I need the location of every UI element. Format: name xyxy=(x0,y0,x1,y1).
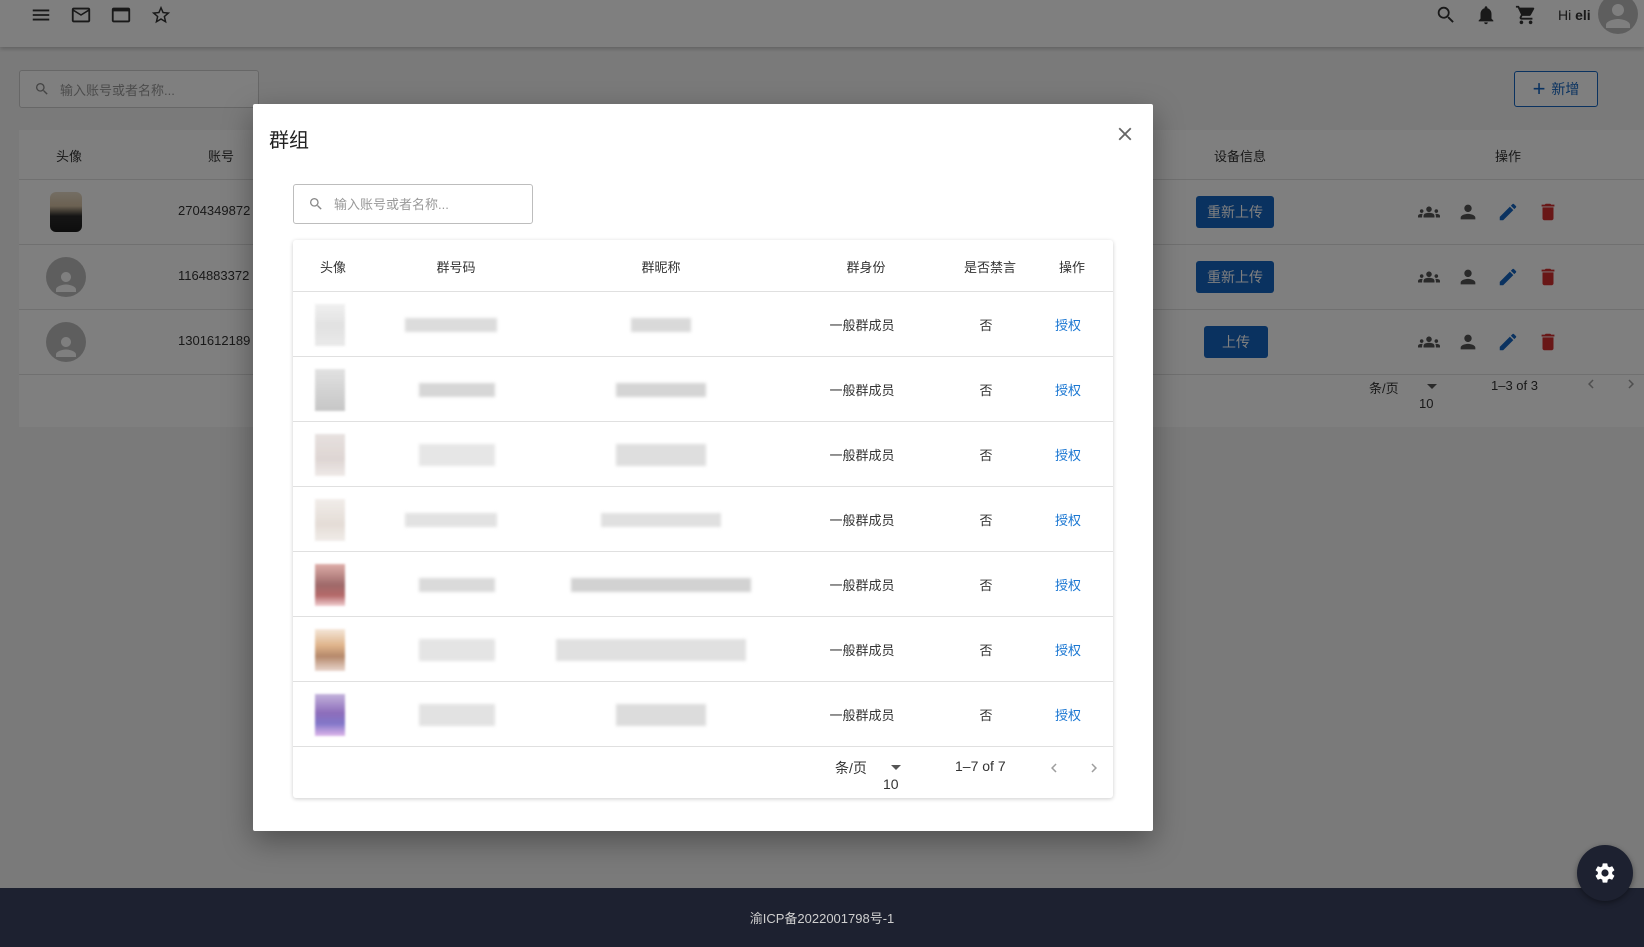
authorize-link[interactable]: 授权 xyxy=(1055,640,1081,659)
muted-cell: 否 xyxy=(979,383,993,398)
column-header-avatar: 头像 xyxy=(319,260,347,275)
group-nickname-redacted xyxy=(616,383,706,397)
group-role-cell: 一般群成员 xyxy=(829,448,895,463)
group-nickname-redacted xyxy=(601,513,721,527)
group-number-redacted xyxy=(419,639,495,661)
group-nickname-redacted xyxy=(616,704,706,726)
avatar xyxy=(315,694,345,736)
avatar xyxy=(315,304,345,346)
group-number-redacted xyxy=(419,578,495,592)
group-role-cell: 一般群成员 xyxy=(829,578,895,593)
group-role-cell: 一般群成员 xyxy=(829,643,895,658)
group-role-cell: 一般群成员 xyxy=(829,383,895,398)
per-page-select[interactable]: 10 xyxy=(883,758,901,792)
column-header-group-nickname: 群昵称 xyxy=(641,260,681,275)
table-row: 一般群成员 否 授权 xyxy=(293,617,1113,682)
group-nickname-redacted xyxy=(556,639,746,661)
avatar xyxy=(315,369,345,411)
muted-cell: 否 xyxy=(979,708,993,723)
avatar xyxy=(315,629,345,671)
table-row: 一般群成员 否 授权 xyxy=(293,552,1113,617)
authorize-link[interactable]: 授权 xyxy=(1055,705,1081,724)
dialog-title: 群组 xyxy=(269,130,309,152)
group-number-redacted xyxy=(419,383,495,397)
authorize-link[interactable]: 授权 xyxy=(1055,315,1081,334)
group-role-cell: 一般群成员 xyxy=(829,513,895,528)
authorize-link[interactable]: 授权 xyxy=(1055,380,1081,399)
group-role-cell: 一般群成员 xyxy=(829,708,895,723)
avatar xyxy=(315,564,345,606)
muted-cell: 否 xyxy=(979,448,993,463)
chevron-left-icon[interactable] xyxy=(1044,758,1064,778)
avatar xyxy=(315,499,345,541)
column-header-muted: 是否禁言 xyxy=(963,260,1017,275)
column-header-group-role: 群身份 xyxy=(846,260,886,275)
chevron-right-icon[interactable] xyxy=(1084,758,1104,778)
group-table: 头像 群号码 群昵称 群身份 是否禁言 操作 一般群成员 否 授权 一般群成员 … xyxy=(293,240,1113,798)
settings-fab[interactable] xyxy=(1577,845,1633,901)
table-row: 一般群成员 否 授权 xyxy=(293,357,1113,422)
muted-cell: 否 xyxy=(979,643,993,658)
group-number-redacted xyxy=(419,704,495,726)
table-header: 头像 群号码 群昵称 群身份 是否禁言 操作 xyxy=(293,240,1113,292)
column-header-group-number: 群号码 xyxy=(436,260,476,275)
group-number-redacted xyxy=(405,318,497,332)
group-nickname-redacted xyxy=(631,318,691,332)
group-nickname-redacted xyxy=(571,578,751,592)
icp-link[interactable]: 渝ICP备2022001798号-1 xyxy=(750,908,895,927)
gear-icon xyxy=(1595,863,1615,883)
group-search-input[interactable] xyxy=(334,196,524,212)
avatar xyxy=(315,434,345,476)
group-dialog: 群组 头像 群号码 群昵称 群身份 是否禁言 操作 一般群成员 否 授权 一般群 xyxy=(253,104,1153,831)
per-page-label: 条/页 xyxy=(835,760,867,776)
muted-cell: 否 xyxy=(979,318,993,333)
authorize-link[interactable]: 授权 xyxy=(1055,575,1081,594)
muted-cell: 否 xyxy=(979,578,993,593)
muted-cell: 否 xyxy=(979,513,993,528)
table-row: 一般群成员 否 授权 xyxy=(293,682,1113,747)
table-row: 一般群成员 否 授权 xyxy=(293,292,1113,357)
table-row: 一般群成员 否 授权 xyxy=(293,487,1113,552)
search-icon xyxy=(310,198,322,210)
group-nickname-redacted xyxy=(616,444,706,466)
column-header-actions: 操作 xyxy=(1058,260,1086,275)
group-search-field[interactable] xyxy=(293,184,533,224)
table-row: 一般群成员 否 授权 xyxy=(293,422,1113,487)
group-number-redacted xyxy=(419,444,495,466)
group-number-redacted xyxy=(405,513,497,527)
footer: 渝ICP备2022001798号-1 xyxy=(0,888,1644,947)
close-icon[interactable] xyxy=(1111,120,1139,148)
authorize-link[interactable]: 授权 xyxy=(1055,510,1081,529)
page-range: 1–7 of 7 xyxy=(955,758,1006,774)
group-role-cell: 一般群成员 xyxy=(829,318,895,333)
authorize-link[interactable]: 授权 xyxy=(1055,445,1081,464)
table-pagination: 条/页 10 1–7 of 7 xyxy=(293,740,1113,792)
